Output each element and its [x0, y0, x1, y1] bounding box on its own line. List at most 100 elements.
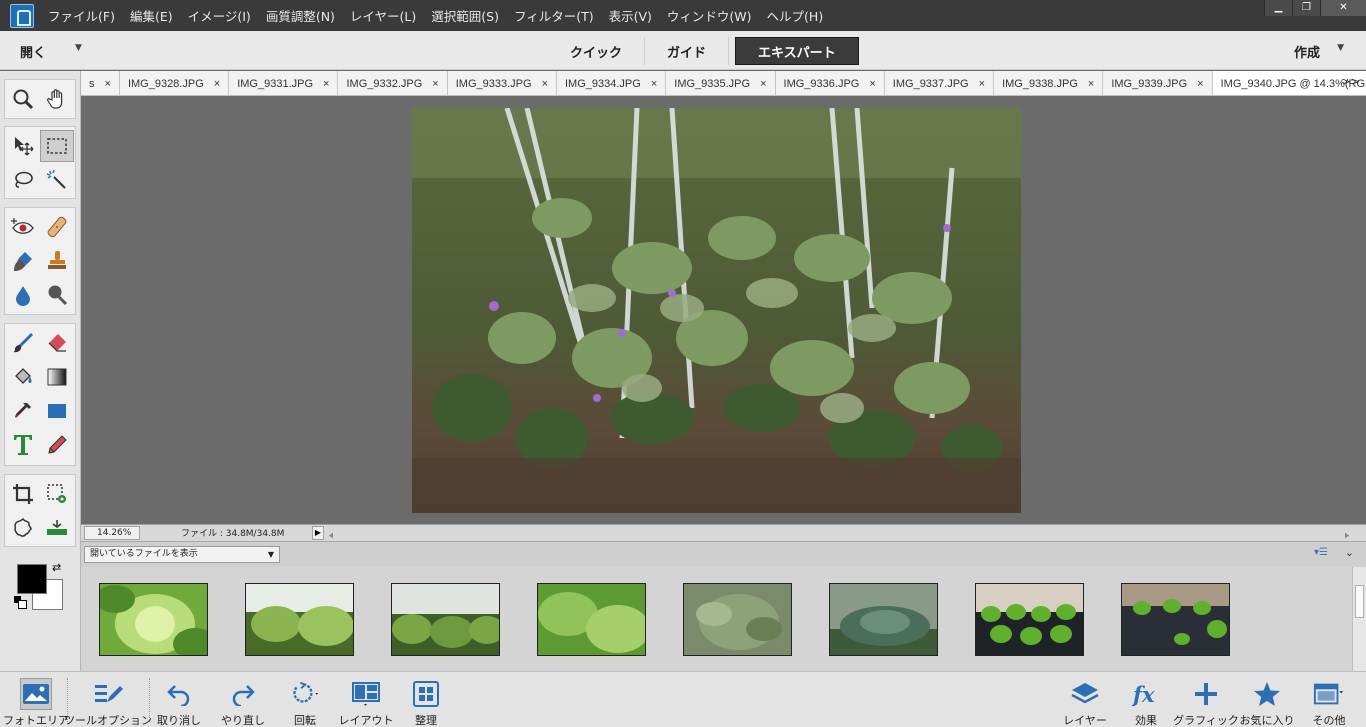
canvas-horizontal-scrollbar[interactable] — [327, 529, 1351, 539]
paint-bucket-tool-icon[interactable] — [6, 361, 40, 393]
menu-file[interactable]: ファイル(F) — [48, 6, 115, 25]
recompose-tool-icon[interactable] — [40, 478, 74, 510]
menu-help[interactable]: ヘルプ(H) — [767, 6, 824, 25]
canvas-area[interactable] — [81, 96, 1354, 524]
app-logo-icon[interactable] — [10, 3, 34, 28]
move-tool-icon[interactable] — [6, 130, 40, 162]
minimize-button[interactable]: ▁ — [1264, 0, 1292, 16]
document-tab[interactable]: IMG_9328.JPG × — [120, 71, 230, 95]
brush-tool-icon[interactable] — [6, 327, 40, 359]
zoom-tool-icon[interactable] — [6, 83, 40, 115]
mode-expert[interactable]: エキスパート — [735, 37, 859, 65]
document-tab[interactable]: IMG_9334.JPG × — [557, 71, 667, 95]
tab-close-icon[interactable]: × — [1197, 78, 1203, 90]
tab-close-icon[interactable]: × — [432, 78, 438, 90]
swap-colors-icon[interactable]: ⇄ — [52, 561, 61, 574]
menu-window[interactable]: ウィンドウ(W) — [667, 6, 752, 25]
bin-scrollbar[interactable] — [1352, 567, 1366, 671]
menu-layer[interactable]: レイヤー(L) — [350, 6, 416, 25]
document-tab[interactable]: IMG_9333.JPG × — [448, 71, 557, 95]
mode-quick[interactable]: クイック — [548, 37, 646, 65]
document-tab[interactable]: IMG_9338.JPG × — [994, 71, 1104, 95]
close-button[interactable]: ✕ — [1320, 0, 1366, 16]
zoom-level-field[interactable]: 14.26% — [84, 526, 140, 540]
bin-thumbnail[interactable] — [975, 583, 1084, 656]
tab-overflow-icon[interactable]: >> — [1342, 75, 1360, 88]
create-button[interactable]: 作成 — [1294, 42, 1320, 61]
document-image[interactable] — [412, 108, 1021, 513]
gradient-tool-icon[interactable] — [40, 361, 74, 393]
reset-colors-icon[interactable] — [14, 596, 27, 609]
document-tab[interactable]: IMG_9331.JPG × — [229, 71, 339, 95]
shape-tool-icon[interactable] — [40, 395, 74, 427]
tab-close-icon[interactable]: × — [542, 78, 548, 90]
crop-tool-icon[interactable] — [6, 478, 40, 510]
create-dropdown-icon[interactable]: ▼ — [1337, 43, 1344, 53]
bin-thumbnail[interactable] — [537, 583, 646, 656]
quick-selection-tool-icon[interactable] — [40, 164, 74, 196]
canvas-vertical-scrollbar[interactable] — [1352, 96, 1366, 524]
document-tab[interactable]: IMG_9339.JPG × — [1103, 71, 1213, 95]
mode-guided[interactable]: ガイド — [645, 37, 730, 65]
straighten-tool-icon[interactable] — [40, 512, 74, 544]
menu-enhance[interactable]: 画質調整(N) — [266, 6, 335, 25]
redo-button[interactable]: やり直し — [218, 672, 268, 727]
cookie-cutter-tool-icon[interactable] — [6, 512, 40, 544]
bin-scroll-thumb[interactable] — [1355, 585, 1364, 618]
document-tab[interactable]: IMG_9332.JPG × — [338, 71, 448, 95]
status-menu-arrow-icon[interactable]: ▶ — [312, 526, 324, 540]
menu-filter[interactable]: フィルター(T) — [514, 6, 594, 25]
effects-panel-button[interactable]: fx 効果 — [1126, 672, 1166, 727]
lasso-tool-icon[interactable] — [6, 164, 40, 196]
document-tab[interactable]: s × — [81, 71, 120, 95]
foreground-color-swatch[interactable] — [17, 564, 47, 594]
tab-close-icon[interactable]: × — [323, 78, 329, 90]
sponge-tool-icon[interactable] — [40, 279, 74, 311]
document-tab[interactable]: IMG_9337.JPG × — [885, 71, 995, 95]
hand-tool-icon[interactable] — [40, 83, 74, 115]
bin-thumbnail[interactable] — [829, 583, 938, 656]
bin-thumbnail[interactable] — [1121, 583, 1230, 656]
bin-source-select[interactable]: 開いているファイルを表示 ▼ — [84, 546, 280, 563]
tab-close-icon[interactable]: × — [760, 78, 766, 90]
more-panel-button[interactable]: その他 — [1306, 672, 1352, 727]
tab-close-icon[interactable]: × — [869, 78, 875, 90]
open-dropdown-icon[interactable]: ▼ — [75, 43, 82, 53]
healing-brush-tool-icon[interactable] — [40, 211, 74, 243]
open-button[interactable]: 開く — [20, 42, 46, 61]
undo-button[interactable]: 取り消し — [154, 672, 204, 727]
marquee-tool-icon[interactable] — [40, 130, 74, 162]
layers-panel-button[interactable]: レイヤー — [1062, 672, 1108, 727]
bin-thumbnail[interactable] — [245, 583, 354, 656]
tab-close-icon[interactable]: × — [651, 78, 657, 90]
bin-thumbnail[interactable] — [99, 583, 208, 656]
bin-collapse-icon[interactable]: ⌄ — [1345, 546, 1354, 559]
restore-button[interactable]: ❐ — [1292, 0, 1320, 16]
pencil-tool-icon[interactable] — [40, 429, 74, 461]
eraser-tool-icon[interactable] — [40, 327, 74, 359]
document-tab[interactable]: IMG_9336.JPG × — [776, 71, 885, 95]
smart-brush-tool-icon[interactable] — [6, 245, 40, 277]
menu-image[interactable]: イメージ(I) — [188, 6, 251, 25]
red-eye-tool-icon[interactable] — [6, 211, 40, 243]
tab-close-icon[interactable]: × — [979, 78, 985, 90]
clone-stamp-tool-icon[interactable] — [40, 245, 74, 277]
eyedropper-tool-icon[interactable] — [6, 395, 40, 427]
bin-options-menu-icon[interactable]: ▾☰ — [1314, 547, 1328, 558]
layout-button[interactable]: レイアウト — [338, 672, 394, 727]
type-tool-icon[interactable] — [6, 429, 40, 461]
tool-options-button[interactable]: ツールオプション — [64, 672, 152, 727]
blur-tool-icon[interactable] — [6, 279, 40, 311]
bin-thumbnail[interactable] — [683, 583, 792, 656]
bin-thumbnail[interactable] — [391, 583, 500, 656]
menu-select[interactable]: 選択範囲(S) — [431, 6, 499, 25]
document-tab[interactable]: IMG_9335.JPG × — [666, 71, 776, 95]
tab-close-icon[interactable]: × — [105, 78, 111, 90]
organize-button[interactable]: 整理 — [405, 672, 447, 727]
menu-edit[interactable]: 編集(E) — [130, 6, 173, 25]
graphics-panel-button[interactable]: グラフィック — [1173, 672, 1239, 727]
menu-view[interactable]: 表示(V) — [609, 6, 652, 25]
tab-close-icon[interactable]: × — [214, 78, 220, 90]
rotate-button[interactable]: 回転 — [282, 672, 328, 727]
favorites-panel-button[interactable]: お気に入り — [1239, 672, 1295, 727]
